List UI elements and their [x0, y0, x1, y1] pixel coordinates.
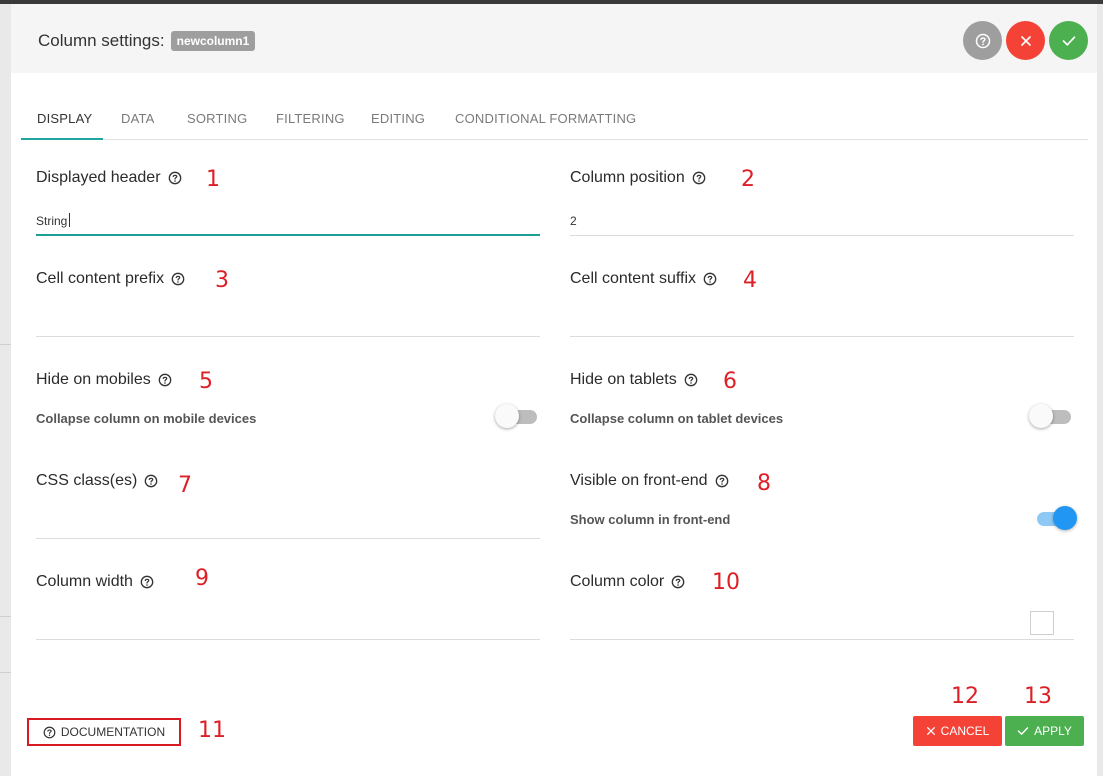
annotation-marker: 7	[178, 473, 192, 498]
save-check-button[interactable]	[1049, 21, 1088, 60]
annotation-marker: 1	[206, 167, 220, 192]
tab-display[interactable]: DISPLAY	[37, 111, 92, 126]
cell-suffix-input[interactable]	[570, 336, 1074, 337]
tab-filtering[interactable]: FILTERING	[276, 111, 345, 126]
cell-prefix-label: Cell content prefix	[36, 270, 185, 288]
hide-tablets-toggle[interactable]	[1029, 404, 1073, 428]
column-color-underline	[570, 639, 1074, 640]
column-color-label: Column color	[570, 573, 685, 591]
help-icon[interactable]	[692, 171, 706, 185]
annotation-marker: 2	[741, 167, 755, 192]
hide-mobiles-toggle[interactable]	[495, 404, 539, 428]
background-page-edge-left	[0, 4, 11, 776]
check-icon	[1062, 35, 1076, 47]
column-position-input[interactable]: 2	[570, 214, 577, 228]
close-icon	[1020, 35, 1032, 47]
hide-tablets-label: Hide on tablets	[570, 371, 698, 389]
help-icon[interactable]	[703, 272, 717, 286]
hide-tablets-description: Collapse column on tablet devices	[570, 411, 784, 426]
css-classes-label: CSS class(es)	[36, 472, 158, 490]
column-position-label: Column position	[570, 169, 706, 187]
help-icon[interactable]	[715, 474, 729, 488]
column-settings-modal: Column settings: newcolumn1 DISPLAY DATA…	[11, 4, 1097, 776]
modal-title: Column settings: newcolumn1	[38, 31, 256, 51]
annotation-marker: 9	[195, 566, 209, 591]
help-icon[interactable]	[168, 171, 182, 185]
annotation-marker: 8	[757, 471, 771, 496]
documentation-label: DOCUMENTATION	[60, 725, 166, 739]
help-icon[interactable]	[144, 474, 158, 488]
css-classes-input[interactable]	[36, 538, 540, 539]
text-cursor	[69, 213, 70, 227]
help-button[interactable]	[963, 21, 1002, 60]
displayed-header-underline	[36, 234, 540, 236]
column-width-label: Column width	[36, 573, 154, 591]
tab-conditional-formatting[interactable]: CONDITIONAL FORMATTING	[455, 111, 636, 126]
background-page-edge-right	[1097, 4, 1103, 776]
close-icon	[926, 726, 936, 736]
annotation-marker: 10	[712, 570, 740, 595]
column-name-badge: newcolumn1	[170, 31, 256, 51]
apply-button[interactable]: APPLY	[1005, 716, 1084, 746]
annotation-marker: 13	[1024, 684, 1052, 709]
hide-mobiles-label: Hide on mobiles	[36, 371, 172, 389]
active-tab-indicator	[21, 138, 103, 140]
help-icon[interactable]	[158, 373, 172, 387]
help-circle-icon	[975, 33, 991, 49]
tab-editing[interactable]: EDITING	[371, 111, 425, 126]
annotation-marker: 6	[723, 369, 737, 394]
tab-sorting[interactable]: SORTING	[187, 111, 247, 126]
hide-mobiles-description: Collapse column on mobile devices	[36, 411, 257, 426]
column-color-swatch[interactable]	[1030, 611, 1054, 635]
help-icon[interactable]	[671, 575, 685, 589]
visible-frontend-toggle[interactable]	[1033, 506, 1077, 530]
cancel-label: CANCEL	[940, 724, 990, 738]
modal-header: Column settings: newcolumn1	[11, 4, 1097, 73]
annotation-marker: 4	[743, 268, 757, 293]
column-width-input[interactable]	[36, 639, 540, 640]
annotation-marker: 12	[951, 684, 979, 709]
displayed-header-label: Displayed header	[36, 169, 182, 187]
visible-frontend-description: Show column in front-end	[570, 512, 731, 527]
cancel-button[interactable]: CANCEL	[913, 716, 1002, 746]
documentation-button[interactable]: DOCUMENTATION	[27, 718, 181, 746]
help-circle-icon	[43, 726, 56, 739]
tab-data[interactable]: DATA	[121, 111, 155, 126]
displayed-header-input[interactable]: String	[36, 214, 67, 228]
apply-label: APPLY	[1034, 724, 1072, 738]
close-button[interactable]	[1006, 21, 1045, 60]
help-icon[interactable]	[684, 373, 698, 387]
help-icon[interactable]	[171, 272, 185, 286]
annotation-marker: 3	[215, 268, 229, 293]
column-position-underline	[570, 235, 1074, 236]
cell-prefix-input[interactable]	[36, 336, 540, 337]
cell-suffix-label: Cell content suffix	[570, 270, 717, 288]
visible-frontend-label: Visible on front-end	[570, 472, 729, 490]
annotation-marker: 5	[199, 369, 213, 394]
check-icon	[1017, 726, 1029, 736]
modal-title-text: Column settings:	[38, 31, 165, 50]
annotation-marker: 11	[198, 718, 226, 743]
help-icon[interactable]	[140, 575, 154, 589]
settings-tabs: DISPLAY DATA SORTING FILTERING EDITING C…	[21, 100, 1088, 140]
